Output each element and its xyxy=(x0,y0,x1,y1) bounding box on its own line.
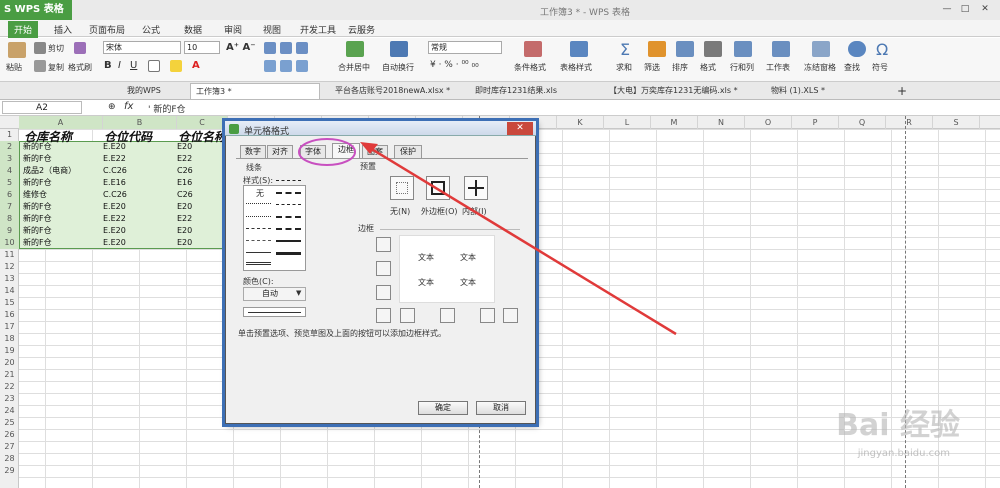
baidu-watermark: Bai 经验 xyxy=(836,408,960,443)
annotation-arrow xyxy=(369,146,677,336)
highlight-circle xyxy=(298,138,356,166)
baidu-watermark-url: jingyan.baidu.com xyxy=(857,448,950,459)
